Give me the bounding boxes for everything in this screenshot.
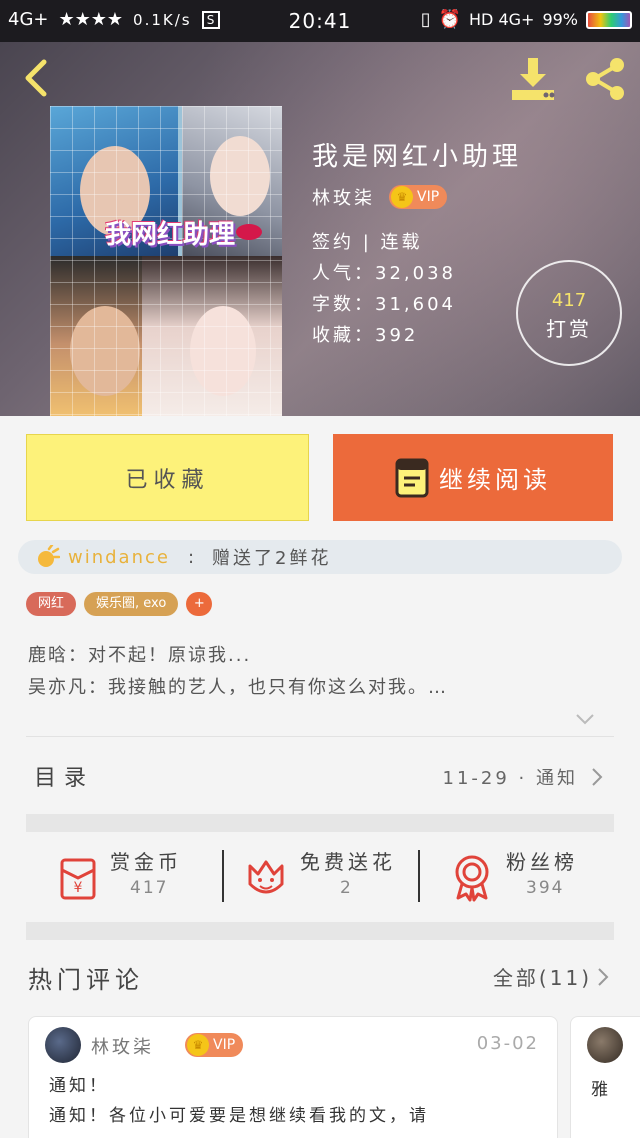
gift-colon: :: [187, 546, 195, 568]
stat-value: 394: [526, 878, 565, 898]
book-popularity: 人气：32,038: [312, 263, 456, 284]
stat-label: 免费送花: [300, 850, 396, 874]
catalog-row[interactable]: 目录 11-29 · 通知: [26, 740, 614, 812]
book-cover: 我网红助理: [50, 106, 282, 416]
book-title: 我是网红小助理: [312, 142, 523, 172]
collected-button[interactable]: 已收藏: [26, 434, 309, 521]
reward-button[interactable]: 417 打赏: [516, 260, 622, 366]
book-word-count: 字数：31,604: [312, 294, 456, 315]
crown-icon: ♛: [391, 186, 413, 208]
battery-icon: [586, 10, 632, 29]
book-header: 我网红助理 我是网红小助理 林玫柒 ♛ VIP 签约 | 连载 人气：32,03…: [0, 42, 640, 416]
chevron-right-icon[interactable]: [596, 966, 610, 988]
crown-icon: ♛: [187, 1034, 209, 1056]
gift-user[interactable]: windance: [68, 547, 170, 568]
all-comments-link[interactable]: 全部(11): [493, 962, 592, 991]
summary-line: 鹿晗：对不起！原谅我...: [28, 645, 252, 666]
share-button[interactable]: [582, 56, 628, 102]
section-band: [26, 814, 614, 832]
chevron-down-icon[interactable]: [574, 708, 596, 730]
book-summary: 鹿晗：对不起！原谅我... 吴亦凡：我接触的艺人，也只有你这么对我。…: [28, 640, 614, 704]
stat-separator: [222, 850, 224, 902]
comment-body: 通知！ 通知！各位小可爱要是想继续看我的文，请: [49, 1071, 539, 1131]
stats-row: ¥ 赏金币 417 免费送花 2 粉丝榜 394: [26, 834, 614, 920]
back-button[interactable]: [18, 58, 54, 98]
vip-label: VIP: [417, 189, 440, 205]
flower-icon: [38, 545, 60, 567]
continue-reading-label: 继续阅读: [439, 466, 551, 494]
reward-label: 打赏: [546, 317, 592, 341]
medal-icon: [455, 855, 489, 902]
tag-item[interactable]: 网红: [26, 592, 77, 616]
stat-value: 417: [130, 878, 169, 898]
summary-line: 吴亦凡：我接触的艺人，也只有你这么对我。…: [28, 677, 448, 698]
vip-badge: ♛ VIP: [389, 185, 448, 209]
tag-item[interactable]: 娱乐圈, exo: [84, 592, 179, 616]
comment-card[interactable]: 雅: [570, 1016, 640, 1138]
battery-percent: 99%: [542, 10, 578, 29]
latest-chapter: 11-29 · 通知: [442, 768, 578, 789]
stat-separator: [418, 850, 420, 902]
comment-body: 雅: [591, 1080, 608, 1100]
section-band: [26, 922, 614, 940]
collected-label: 已收藏: [125, 467, 210, 493]
stat-label: 粉丝榜: [506, 850, 578, 874]
comment-line: 通知！各位小可爱要是想继续看我的文，请: [49, 1106, 429, 1126]
catalog-title: 目录: [34, 766, 95, 791]
cover-title-art: 我网红助理: [105, 220, 236, 250]
fans-ranking-stat[interactable]: 粉丝榜 394: [450, 842, 614, 912]
tag-list: 网红 娱乐圈, exo +: [26, 592, 213, 616]
download-icon: [512, 58, 555, 100]
book-favorites: 收藏：392: [312, 325, 419, 346]
comment-date: 03-02: [476, 1033, 539, 1054]
author-name[interactable]: 林玫柒: [312, 184, 375, 210]
vip-label: VIP: [213, 1037, 236, 1053]
alarm-icon: ⏰: [438, 9, 462, 30]
back-arrow-icon: [25, 59, 47, 97]
book-icon: [395, 458, 429, 497]
chevron-right-icon: [592, 768, 603, 786]
download-button[interactable]: [508, 56, 558, 102]
gift-notification: windance : 赠送了2鲜花: [18, 540, 622, 574]
divider: [26, 736, 614, 737]
stat-label: 赏金币: [110, 850, 182, 874]
lips-icon: [236, 224, 262, 240]
avatar[interactable]: [587, 1027, 623, 1063]
red-envelope-icon: ¥: [60, 858, 96, 900]
gift-text: 赠送了2鲜花: [212, 548, 332, 569]
comment-author[interactable]: 林玫柒: [91, 1033, 154, 1059]
vibrate-icon: ▯: [420, 9, 431, 30]
flower-smile-icon: [248, 860, 284, 894]
stat-value: 2: [340, 878, 353, 898]
comment-line: 通知！: [49, 1076, 109, 1096]
add-tag-button[interactable]: +: [186, 592, 213, 616]
book-status: 签约 | 连载: [312, 232, 423, 253]
share-icon: [586, 58, 624, 100]
network-indicator-right: HD 4G+: [469, 10, 535, 29]
continue-reading-button[interactable]: 继续阅读: [333, 434, 613, 521]
avatar[interactable]: [45, 1027, 81, 1063]
comment-card[interactable]: 林玫柒 ♛ VIP 03-02 通知！ 通知！各位小可爱要是想继续看我的文，请: [28, 1016, 558, 1138]
reward-count: 417: [551, 290, 587, 311]
vip-badge: ♛ VIP: [185, 1033, 244, 1057]
author-row: 林玫柒 ♛ VIP: [312, 184, 448, 210]
hot-comments-title: 热门评论: [28, 966, 144, 994]
svg-text:¥: ¥: [74, 880, 83, 896]
free-flower-stat[interactable]: 免费送花 2: [244, 842, 414, 912]
status-bar: 4G+ ★★★★ 0.1K/s S 20:41 ▯ ⏰ HD 4G+ 99%: [0, 0, 640, 42]
reward-coin-stat[interactable]: ¥ 赏金币 417: [54, 842, 222, 912]
